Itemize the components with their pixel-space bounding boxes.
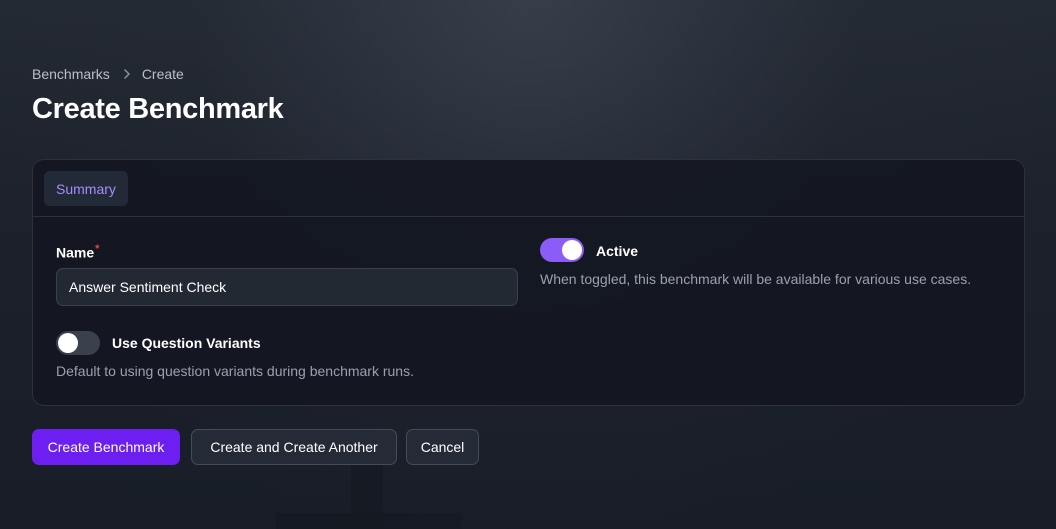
active-toggle[interactable] bbox=[540, 238, 584, 262]
active-helper-text: When toggled, this benchmark will be ava… bbox=[540, 271, 972, 287]
tab-summary[interactable]: Summary bbox=[44, 171, 128, 206]
create-benchmark-button[interactable]: Create Benchmark bbox=[32, 429, 180, 465]
name-input[interactable] bbox=[56, 268, 518, 306]
cancel-button[interactable]: Cancel bbox=[406, 429, 479, 465]
name-label-text: Name bbox=[56, 244, 95, 261]
active-toggle-label: Active bbox=[596, 243, 639, 259]
toggle-knob bbox=[58, 333, 78, 353]
question-variants-helper-text: Default to using question variants durin… bbox=[56, 363, 414, 379]
breadcrumb-benchmarks-link[interactable]: Benchmarks bbox=[32, 66, 110, 82]
breadcrumb: Benchmarks Create bbox=[32, 65, 184, 83]
name-field-label: Name* bbox=[56, 243, 99, 261]
background-shape bbox=[276, 513, 462, 529]
required-asterisk: * bbox=[95, 243, 100, 255]
toggle-knob bbox=[562, 240, 582, 260]
question-variants-toggle-label: Use Question Variants bbox=[112, 335, 261, 351]
page-title: Create Benchmark bbox=[32, 93, 284, 125]
breadcrumb-current: Create bbox=[141, 66, 184, 82]
question-variants-toggle[interactable] bbox=[56, 331, 100, 355]
chevron-right-icon bbox=[122, 68, 132, 80]
tab-bar: Summary bbox=[33, 160, 1024, 217]
form-card: Summary Name* Active When toggled, this … bbox=[32, 159, 1025, 406]
create-and-create-another-button[interactable]: Create and Create Another bbox=[191, 429, 397, 465]
